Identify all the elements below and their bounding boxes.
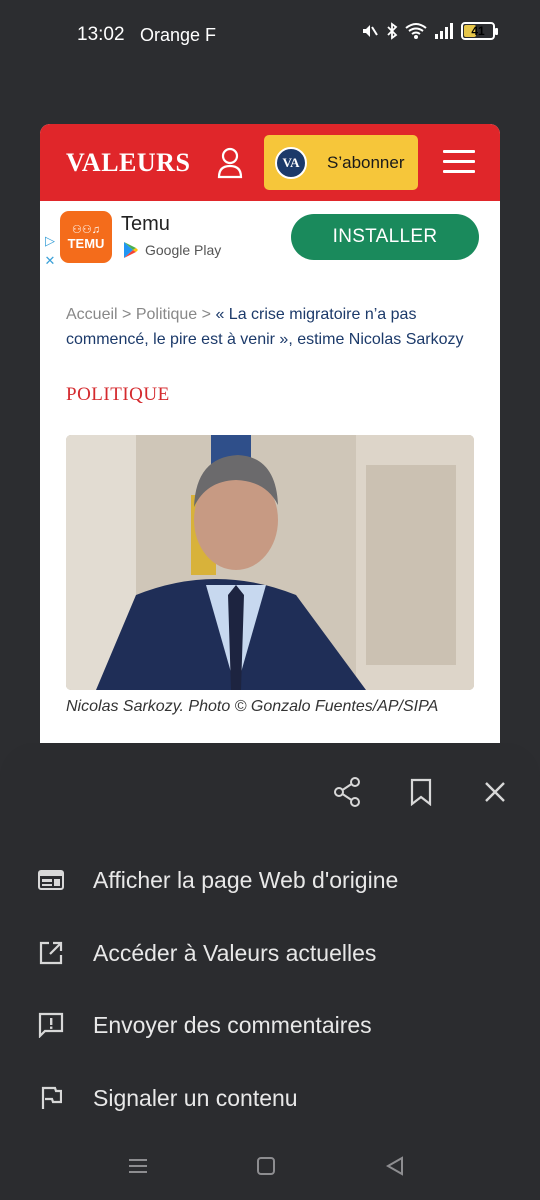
- close-button[interactable]: [480, 775, 510, 809]
- menu-item-open-site[interactable]: Accéder à Valeurs actuelles: [0, 923, 540, 983]
- recents-button[interactable]: [128, 1156, 148, 1181]
- sheet-actions: [332, 775, 510, 809]
- menu-item-report[interactable]: Signaler un contenu: [0, 1068, 540, 1128]
- menu-button[interactable]: [443, 150, 475, 174]
- site-logo[interactable]: VALEURS: [66, 148, 190, 178]
- subscribe-button[interactable]: VA S’abonner: [264, 135, 418, 190]
- menu-item-original-page[interactable]: Afficher la page Web d'origine: [0, 850, 540, 910]
- status-icons: 41: [357, 22, 498, 40]
- web-page-icon: [37, 866, 65, 894]
- status-bar: 13:02 Orange F 41: [0, 0, 540, 70]
- status-time: 13:02: [77, 24, 125, 45]
- google-play-badge: Google Play: [123, 241, 221, 259]
- menu-item-label: Envoyer des commentaires: [93, 1011, 372, 1038]
- breadcrumb: Accueil > Politique > « La crise migrato…: [66, 306, 464, 348]
- temu-app-icon: ⚇⚇♫ TEMU: [60, 211, 112, 263]
- site-header: VALEURS VA S’abonner: [40, 124, 500, 201]
- subscribe-label: S’abonner: [327, 152, 405, 172]
- battery-icon: 41: [461, 22, 498, 40]
- open-external-icon: [37, 939, 65, 967]
- bookmark-button[interactable]: [406, 775, 436, 809]
- wifi-icon: [405, 23, 427, 39]
- ad-banner[interactable]: ▷ ✕ ⚇⚇♫ TEMU Temu Google Play INSTALLER: [40, 201, 500, 281]
- photo-caption: Nicolas Sarkozy. Photo © Gonzalo Fuentes…: [66, 698, 439, 715]
- flag-icon: [37, 1084, 65, 1112]
- share-icon: [334, 777, 360, 807]
- google-play-icon: [124, 242, 138, 258]
- mute-vibrate-icon: [363, 25, 378, 37]
- status-carrier: Orange F: [140, 25, 217, 45]
- bluetooth-icon: [387, 22, 398, 40]
- adchoices-icon: ▷: [45, 233, 55, 248]
- section-label[interactable]: POLITIQUE: [66, 384, 170, 406]
- back-icon: [385, 1156, 403, 1176]
- ad-app-name: Temu: [121, 213, 170, 235]
- back-button[interactable]: [385, 1156, 405, 1181]
- bookmark-icon: [410, 778, 432, 806]
- navigation-bar: [0, 1140, 540, 1200]
- hamburger-icon: [443, 150, 475, 153]
- ad-close-icon[interactable]: ✕: [40, 251, 60, 271]
- close-icon: [485, 782, 505, 802]
- home-button[interactable]: [256, 1156, 276, 1181]
- home-icon: [257, 1157, 275, 1175]
- feedback-icon: [37, 1011, 65, 1039]
- user-icon: [217, 147, 243, 179]
- article-photo: [66, 435, 474, 690]
- va-badge: VA: [275, 146, 307, 179]
- menu-item-label: Afficher la page Web d'origine: [93, 866, 399, 893]
- breadcrumb-home[interactable]: Accueil: [66, 306, 118, 323]
- account-button[interactable]: [216, 146, 244, 180]
- adchoices[interactable]: ▷ ✕: [40, 231, 60, 271]
- breadcrumb-section[interactable]: Politique: [136, 306, 197, 323]
- install-button[interactable]: INSTALLER: [291, 214, 479, 260]
- recents-icon: [129, 1159, 147, 1173]
- share-button[interactable]: [332, 775, 362, 809]
- store-label: Google Play: [145, 242, 222, 258]
- battery-level: 41: [471, 24, 485, 38]
- menu-item-label: Signaler un contenu: [93, 1084, 298, 1111]
- bottom-sheet: Afficher la page Web d'origine Accéder à…: [0, 743, 540, 1200]
- menu-item-feedback[interactable]: Envoyer des commentaires: [0, 995, 540, 1055]
- signal-icon: [435, 23, 453, 39]
- menu-item-label: Accéder à Valeurs actuelles: [93, 939, 377, 966]
- web-page-preview[interactable]: VALEURS VA S’abonner ▷ ✕ ⚇⚇♫ TEMU Temu G…: [40, 124, 500, 744]
